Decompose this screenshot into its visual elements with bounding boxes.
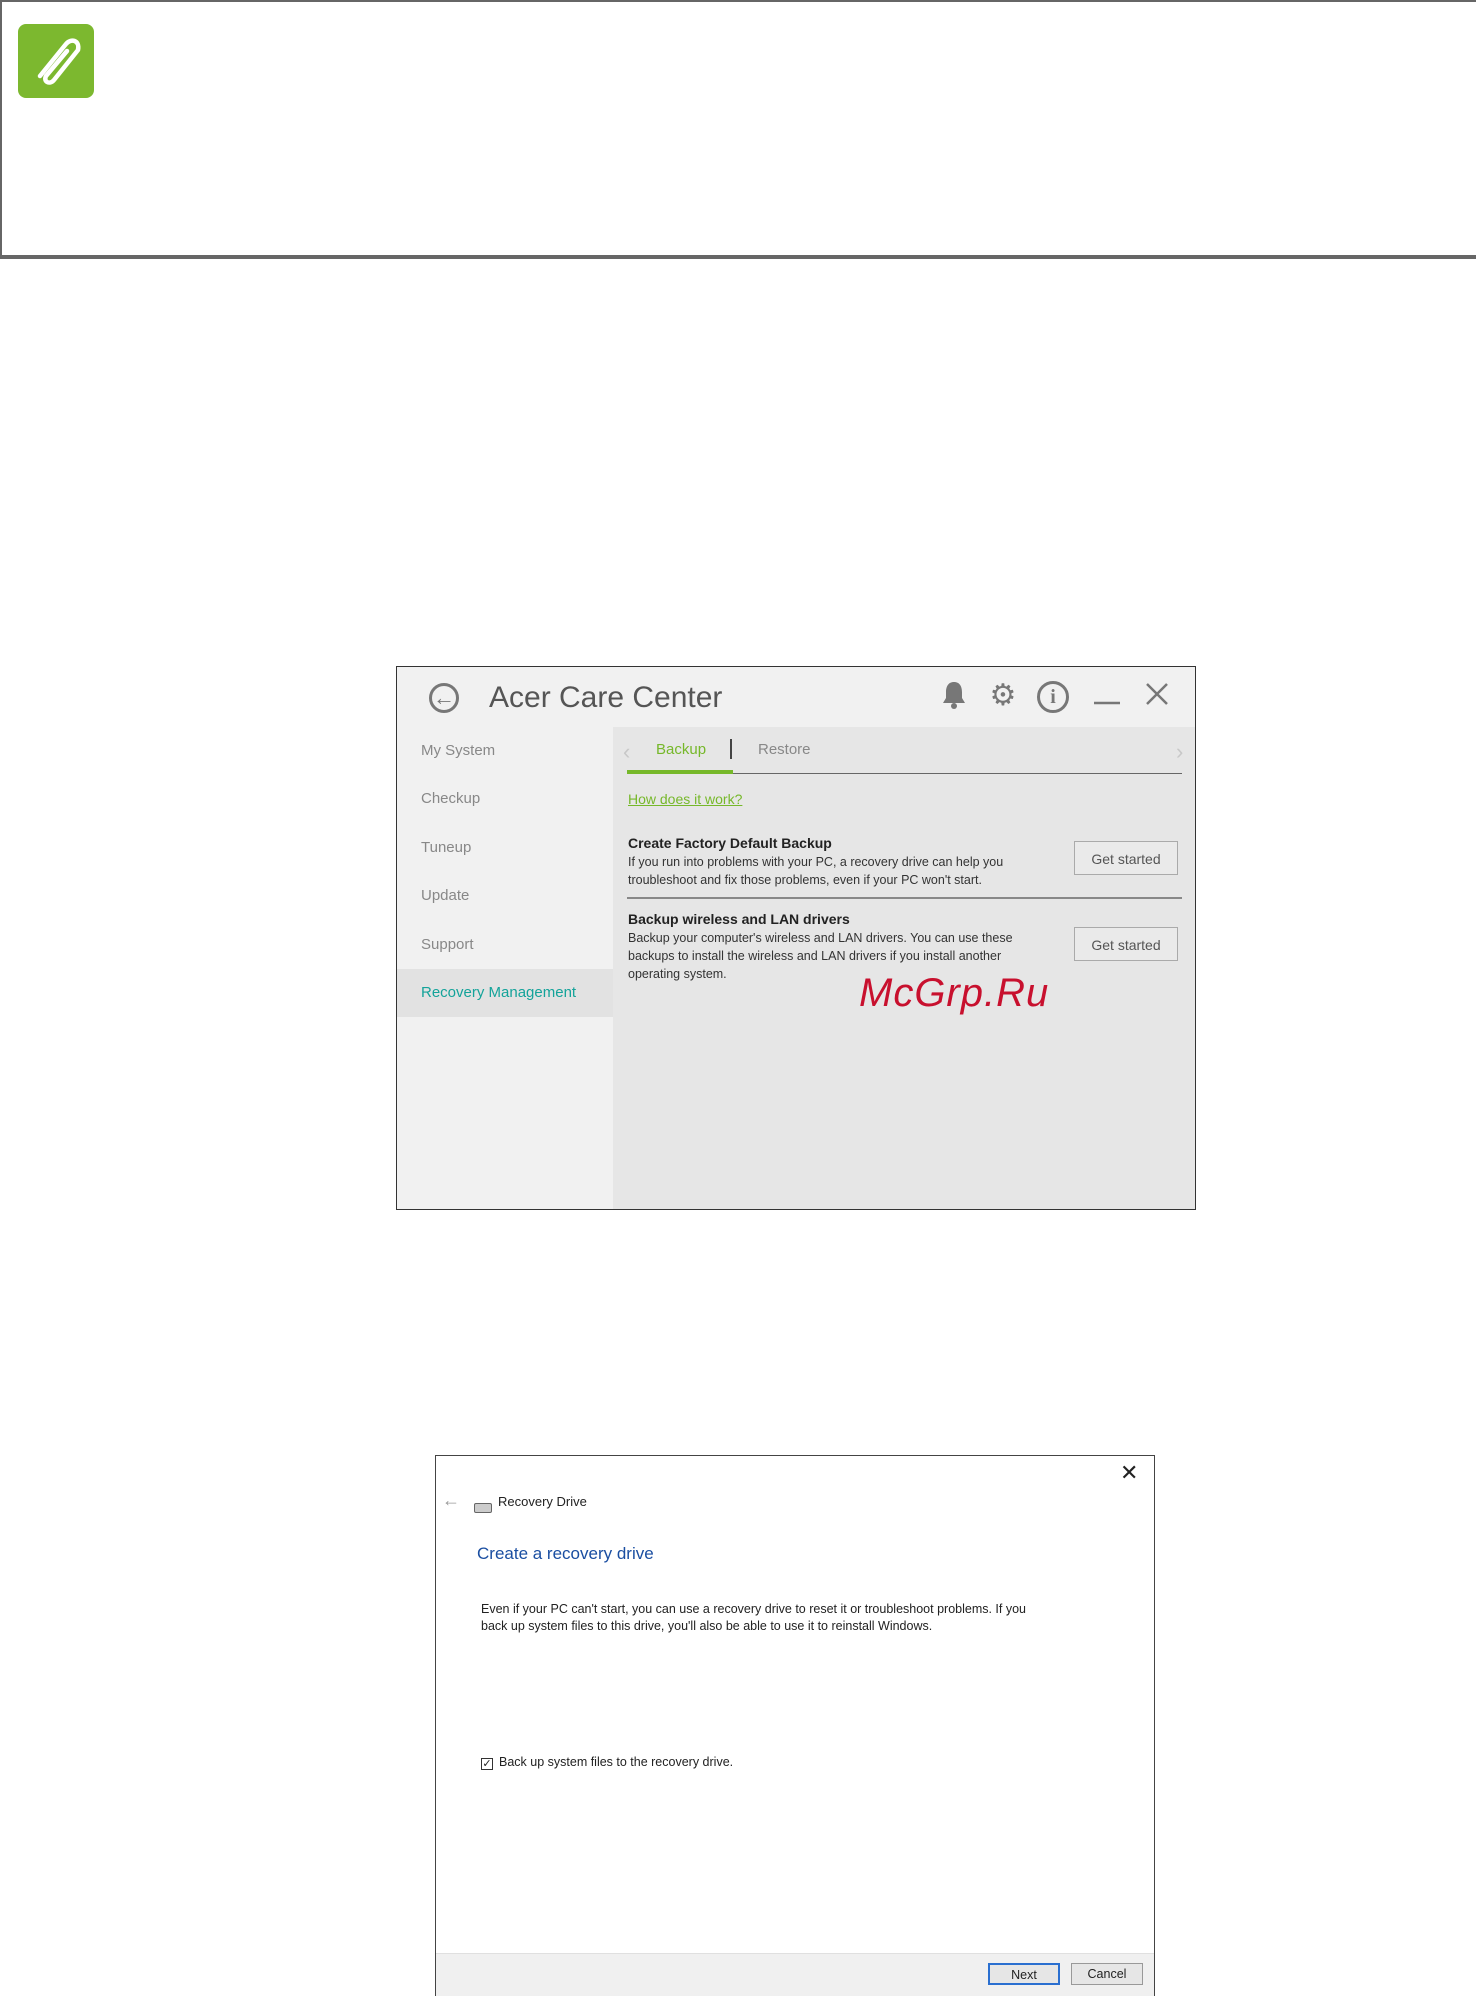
bell-icon[interactable] xyxy=(937,679,971,713)
tab-restore[interactable]: Restore xyxy=(758,741,811,758)
close-icon[interactable]: ✕ xyxy=(1120,1460,1138,1486)
page-heading: Create a recovery drive xyxy=(477,1544,654,1563)
description-text: Even if your PC can't start, you can use… xyxy=(481,1602,1027,1633)
recovery-drive-window: ✕ ← Recovery Drive Create a recovery dri… xyxy=(435,1455,1155,1996)
back-arrow-icon[interactable]: ← xyxy=(429,683,459,713)
paperclip-icon xyxy=(18,24,94,98)
how-does-it-work-link[interactable]: How does it work? xyxy=(628,791,742,807)
gear-icon[interactable]: ⚙ xyxy=(986,679,1020,713)
sidebar-item-update[interactable]: Update xyxy=(397,872,613,920)
app-title: Acer Care Center xyxy=(489,681,723,714)
info-icon[interactable]: i xyxy=(1037,681,1069,713)
get-started-button[interactable]: Get started xyxy=(1074,841,1178,875)
divider xyxy=(627,897,1182,899)
acer-care-center-window: ← Acer Care Center ⚙ i My System Checkup… xyxy=(396,666,1196,1210)
sidebar-item-support[interactable]: Support xyxy=(397,921,613,969)
minimize-icon[interactable] xyxy=(1090,681,1124,715)
window-title: Recovery Drive xyxy=(498,1494,587,1509)
next-button[interactable]: Next xyxy=(988,1963,1060,1985)
sidebar-item-checkup[interactable]: Checkup xyxy=(397,775,613,823)
option-title: Backup wireless and LAN drivers xyxy=(628,911,850,927)
title-bar: ← Acer Care Center ⚙ i xyxy=(397,667,1195,727)
get-started-button[interactable]: Get started xyxy=(1074,927,1178,961)
sidebar: My System Checkup Tuneup Update Support … xyxy=(397,727,613,1209)
drive-icon xyxy=(474,1503,492,1513)
back-arrow-icon[interactable]: ← xyxy=(442,1490,460,1511)
active-tab-indicator xyxy=(627,770,733,774)
tab-backup[interactable]: Backup xyxy=(656,741,706,758)
watermark: McGrp.Ru xyxy=(859,971,1050,1015)
option-description: If you run into problems with your PC, a… xyxy=(628,855,1004,887)
checkbox-label[interactable]: Back up system files to the recovery dri… xyxy=(499,1755,733,1769)
cancel-button[interactable]: Cancel xyxy=(1071,1963,1143,1985)
sidebar-item-tuneup[interactable]: Tuneup xyxy=(397,824,613,872)
sidebar-item-recovery-management[interactable]: Recovery Management xyxy=(397,969,613,1017)
chevron-left-icon[interactable]: ‹ xyxy=(623,739,630,765)
close-icon[interactable] xyxy=(1140,679,1174,713)
main-panel: ‹ Backup Restore › How does it work? Cre… xyxy=(613,727,1195,1209)
note-box xyxy=(0,0,1476,259)
sidebar-item-my-system[interactable]: My System xyxy=(397,727,613,775)
chevron-right-icon[interactable]: › xyxy=(1176,739,1183,765)
backup-system-files-checkbox[interactable]: ✓ xyxy=(481,1758,493,1770)
dialog-footer: Next Cancel xyxy=(436,1953,1154,1996)
tab-divider xyxy=(730,739,732,759)
option-title: Create Factory Default Backup xyxy=(628,835,832,851)
